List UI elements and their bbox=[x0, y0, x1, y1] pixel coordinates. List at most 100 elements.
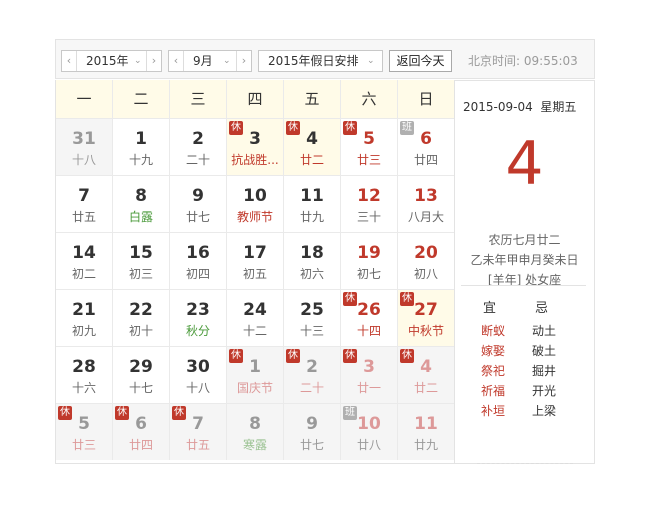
day-number: 6 bbox=[420, 129, 432, 149]
calendar-day-cell[interactable]: 休 27 中秋节 bbox=[398, 289, 455, 346]
calendar-day-cell[interactable]: 21 初九 bbox=[56, 289, 113, 346]
day-number: 29 bbox=[129, 357, 153, 377]
calendar-grid: 一二三四五六日 31 十八 1 十九 2 二十休 3 抗战胜... 休 4 廿二休 5 廿三班 6 廿四 7 廿… bbox=[55, 80, 455, 464]
calendar-day-cell[interactable]: 25 十三 bbox=[284, 289, 341, 346]
calendar-day-cell[interactable]: 31 十八 bbox=[56, 118, 113, 175]
calendar-day-cell[interactable]: 14 初二 bbox=[56, 232, 113, 289]
calendar-day-cell[interactable]: 休 5 廿三 bbox=[56, 403, 113, 460]
calendar-day-cell[interactable]: 休 1 国庆节 bbox=[227, 346, 284, 403]
return-today-button[interactable]: 返回今天 bbox=[389, 50, 452, 72]
lunar-day-label: 教师节 bbox=[236, 210, 273, 224]
yi-item: 祭祀 bbox=[481, 364, 506, 378]
prev-month-icon[interactable]: ‹ bbox=[169, 51, 184, 71]
calendar-day-cell[interactable]: 休 4 廿二 bbox=[284, 118, 341, 175]
calendar-day-cell[interactable]: 8 寒露 bbox=[227, 403, 284, 460]
lunar-day-label: 廿五 bbox=[71, 210, 96, 224]
calendar-day-cell[interactable]: 休 3 抗战胜... bbox=[227, 118, 284, 175]
day-number: 16 bbox=[186, 243, 210, 263]
holiday-selector[interactable]: 2015年假日安排 ⌄ bbox=[258, 50, 383, 72]
calendar-day-cell[interactable]: 休 3 廿一 bbox=[341, 346, 398, 403]
day-number: 14 bbox=[72, 243, 96, 263]
calendar-day-cell[interactable]: 16 初四 bbox=[170, 232, 227, 289]
day-number: 4 bbox=[306, 129, 318, 149]
lunar-day-label: 十八 bbox=[185, 381, 210, 395]
calendar-day-cell[interactable]: 休 5 廿三 bbox=[341, 118, 398, 175]
calendar-day-cell[interactable]: 11 廿九 bbox=[284, 175, 341, 232]
calendar-day-cell[interactable]: 15 初三 bbox=[113, 232, 170, 289]
selected-weekday: 星期五 bbox=[540, 100, 577, 114]
lunar-day-label: 十二 bbox=[242, 324, 267, 338]
calendar-day-cell[interactable]: 19 初七 bbox=[341, 232, 398, 289]
month-selector[interactable]: ‹ 9月 ⌄ › bbox=[168, 50, 252, 72]
ji-item: 破土 bbox=[532, 344, 557, 358]
weekday-header-cell: 三 bbox=[170, 80, 227, 118]
day-number: 25 bbox=[300, 300, 324, 320]
calendar-day-cell[interactable]: 休 7 廿五 bbox=[170, 403, 227, 460]
calendar-day-cell[interactable]: 29 十七 bbox=[113, 346, 170, 403]
day-number: 21 bbox=[72, 300, 96, 320]
lunar-day-label: 廿一 bbox=[356, 381, 381, 395]
weekday-header-cell: 一 bbox=[56, 80, 113, 118]
calendar-day-cell[interactable]: 班 6 廿四 bbox=[398, 118, 455, 175]
day-number: 19 bbox=[357, 243, 381, 263]
day-number: 8 bbox=[135, 186, 147, 206]
holiday-value: 2015年假日安排 bbox=[268, 54, 359, 68]
lunar-day-label: 秋分 bbox=[185, 324, 210, 338]
calendar-day-cell[interactable]: 22 初十 bbox=[113, 289, 170, 346]
calendar-day-cell[interactable]: 23 秋分 bbox=[170, 289, 227, 346]
calendar-day-cell[interactable]: 休 4 廿二 bbox=[398, 346, 455, 403]
clock-time: 09:55:03 bbox=[523, 54, 578, 68]
calendar-day-cell[interactable]: 班 10 廿八 bbox=[341, 403, 398, 460]
lunar-day-label: 十三 bbox=[299, 324, 324, 338]
calendar-day-cell[interactable]: 1 十九 bbox=[113, 118, 170, 175]
calendar-day-cell[interactable]: 9 廿七 bbox=[284, 403, 341, 460]
lunar-day-label: 十四 bbox=[356, 324, 381, 338]
lunar-day-label: 廿二 bbox=[413, 381, 438, 395]
day-number: 1 bbox=[135, 129, 147, 149]
lunar-day-label: 廿二 bbox=[299, 153, 324, 167]
lunar-day-label: 廿三 bbox=[71, 438, 96, 452]
prev-year-icon[interactable]: ‹ bbox=[62, 51, 77, 71]
calendar-day-cell[interactable]: 9 廿七 bbox=[170, 175, 227, 232]
lunar-day-label: 廿九 bbox=[413, 438, 438, 452]
calendar-day-cell[interactable]: 18 初六 bbox=[284, 232, 341, 289]
day-number: 17 bbox=[243, 243, 267, 263]
calendar-day-cell[interactable]: 10 教师节 bbox=[227, 175, 284, 232]
ji-item: 动土 bbox=[532, 324, 557, 338]
calendar-day-cell[interactable]: 11 廿九 bbox=[398, 403, 455, 460]
calendar-day-cell[interactable]: 28 十六 bbox=[56, 346, 113, 403]
calendar-day-cell[interactable]: 休 2 二十 bbox=[284, 346, 341, 403]
calendar-day-cell[interactable]: 30 十八 bbox=[170, 346, 227, 403]
lunar-day-label: 初七 bbox=[356, 267, 381, 281]
day-number: 18 bbox=[300, 243, 324, 263]
year-selector[interactable]: ‹ 2015年 ⌄ › bbox=[61, 50, 162, 72]
yi-item: 断蚁 bbox=[481, 324, 506, 338]
yi-item: 嫁娶 bbox=[481, 344, 506, 358]
calendar-day-cell[interactable]: 17 初五 bbox=[227, 232, 284, 289]
calendar-day-cell[interactable]: 12 三十 bbox=[341, 175, 398, 232]
day-number: 26 bbox=[357, 300, 381, 320]
yi-header: 宜 bbox=[483, 301, 497, 316]
ji-item: 上梁 bbox=[532, 404, 557, 418]
lunar-day-label: 初二 bbox=[71, 267, 96, 281]
calendar-day-cell[interactable]: 2 二十 bbox=[170, 118, 227, 175]
lunar-day-label: 初十 bbox=[128, 324, 153, 338]
day-number: 5 bbox=[363, 129, 375, 149]
next-year-icon[interactable]: › bbox=[146, 51, 161, 71]
lunar-day-label: 十八 bbox=[71, 153, 96, 167]
ji-header: 忌 bbox=[535, 301, 549, 316]
calendar-day-cell[interactable]: 休 6 廿四 bbox=[113, 403, 170, 460]
weekday-header-cell: 五 bbox=[284, 80, 341, 118]
weekday-header-cell: 四 bbox=[227, 80, 284, 118]
beijing-time: 北京时间: 09:55:03 bbox=[468, 50, 578, 72]
lunar-day-label: 廿五 bbox=[185, 438, 210, 452]
ganzhi-date: 乙未年甲申月癸未日 bbox=[470, 253, 579, 267]
calendar-day-cell[interactable]: 7 廿五 bbox=[56, 175, 113, 232]
month-value: 9月 bbox=[193, 54, 213, 68]
calendar-day-cell[interactable]: 20 初八 bbox=[398, 232, 455, 289]
calendar-day-cell[interactable]: 8 白露 bbox=[113, 175, 170, 232]
calendar-day-cell[interactable]: 13 八月大 bbox=[398, 175, 455, 232]
calendar-day-cell[interactable]: 休 26 十四 bbox=[341, 289, 398, 346]
next-month-icon[interactable]: › bbox=[236, 51, 251, 71]
calendar-day-cell[interactable]: 24 十二 bbox=[227, 289, 284, 346]
